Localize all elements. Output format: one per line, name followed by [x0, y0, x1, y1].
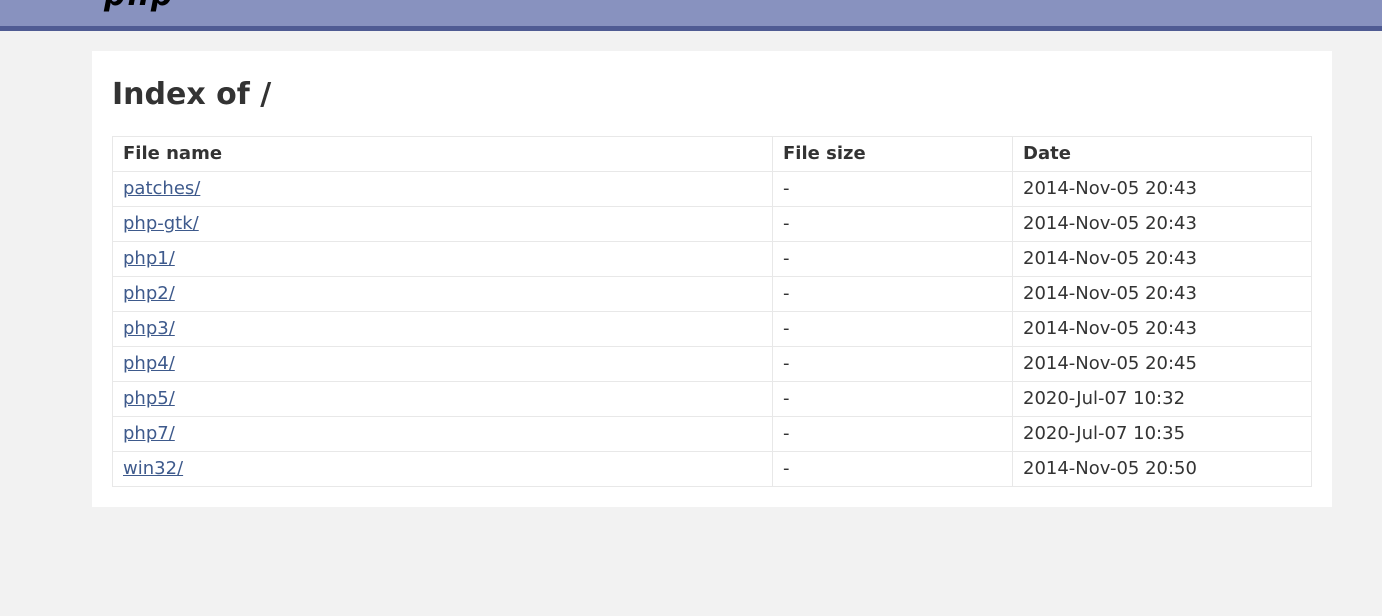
file-name-cell: patches/ — [112, 171, 773, 207]
file-link[interactable]: php7/ — [123, 423, 175, 444]
file-size-cell: - — [772, 241, 1013, 277]
file-size-cell: - — [772, 381, 1013, 417]
file-name-cell: php5/ — [112, 381, 773, 417]
column-header-file-size: File size — [772, 136, 1013, 172]
file-link[interactable]: php5/ — [123, 388, 175, 409]
file-name-cell: php3/ — [112, 311, 773, 347]
file-listing-table: File name File size Date patches/ - 2014… — [112, 136, 1312, 487]
file-size-cell: - — [772, 346, 1013, 382]
table-row: php1/ - 2014-Nov-05 20:43 — [112, 241, 1312, 277]
table-row: php4/ - 2014-Nov-05 20:45 — [112, 346, 1312, 382]
file-size-cell: - — [772, 171, 1013, 207]
column-header-file-name: File name — [112, 136, 773, 172]
file-link[interactable]: php2/ — [123, 283, 175, 304]
file-link[interactable]: php4/ — [123, 353, 175, 374]
table-row: php-gtk/ - 2014-Nov-05 20:43 — [112, 206, 1312, 242]
table-row: php2/ - 2014-Nov-05 20:43 — [112, 276, 1312, 312]
file-date-cell: 2020-Jul-07 10:35 — [1012, 416, 1312, 452]
content-panel: Index of / File name File size Date patc… — [92, 51, 1332, 507]
file-name-cell: win32/ — [112, 451, 773, 487]
table-row: php5/ - 2020-Jul-07 10:32 — [112, 381, 1312, 417]
table-header-row: File name File size Date — [112, 136, 1312, 172]
file-name-cell: php2/ — [112, 276, 773, 312]
file-size-cell: - — [772, 416, 1013, 452]
file-link[interactable]: php3/ — [123, 318, 175, 339]
file-date-cell: 2014-Nov-05 20:43 — [1012, 311, 1312, 347]
file-name-cell: php1/ — [112, 241, 773, 277]
file-date-cell: 2014-Nov-05 20:43 — [1012, 276, 1312, 312]
file-size-cell: - — [772, 311, 1013, 347]
file-date-cell: 2014-Nov-05 20:43 — [1012, 241, 1312, 277]
page-title: Index of / — [112, 77, 272, 112]
column-header-date: Date — [1012, 136, 1312, 172]
file-name-cell: php-gtk/ — [112, 206, 773, 242]
table-row: php3/ - 2014-Nov-05 20:43 — [112, 311, 1312, 347]
file-link[interactable]: php1/ — [123, 248, 175, 269]
table-row: patches/ - 2014-Nov-05 20:43 — [112, 171, 1312, 207]
file-link[interactable]: php-gtk/ — [123, 213, 199, 234]
file-name-cell: php7/ — [112, 416, 773, 452]
file-size-cell: - — [772, 451, 1013, 487]
table-row: win32/ - 2014-Nov-05 20:50 — [112, 451, 1312, 487]
table-row: php7/ - 2020-Jul-07 10:35 — [112, 416, 1312, 452]
file-size-cell: - — [772, 206, 1013, 242]
file-link[interactable]: patches/ — [123, 178, 200, 199]
file-size-cell: - — [772, 276, 1013, 312]
file-date-cell: 2014-Nov-05 20:50 — [1012, 451, 1312, 487]
site-header: php — [0, 0, 1382, 31]
php-logo[interactable]: php — [104, 0, 174, 13]
file-date-cell: 2014-Nov-05 20:45 — [1012, 346, 1312, 382]
file-date-cell: 2020-Jul-07 10:32 — [1012, 381, 1312, 417]
file-date-cell: 2014-Nov-05 20:43 — [1012, 206, 1312, 242]
file-link[interactable]: win32/ — [123, 458, 183, 479]
file-name-cell: php4/ — [112, 346, 773, 382]
file-date-cell: 2014-Nov-05 20:43 — [1012, 171, 1312, 207]
